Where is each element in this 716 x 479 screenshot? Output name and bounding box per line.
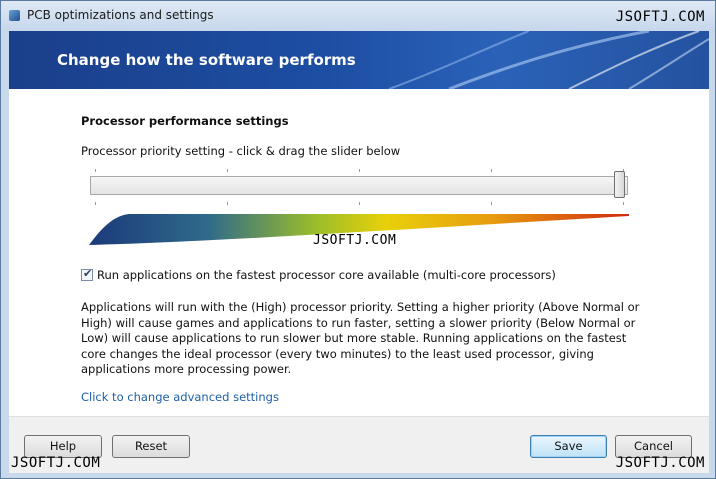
watermark-center: JSOFTJ.COM: [313, 233, 397, 248]
slider-tick: [359, 202, 360, 205]
app-icon: [9, 10, 20, 21]
slider-tick: [491, 169, 492, 172]
watermark-bottom-left: JSOFTJ.COM: [11, 455, 101, 471]
title-bar[interactable]: PCB optimizations and settings JSOFTJ.CO…: [1, 1, 715, 31]
slider-label: Processor priority setting - click & dra…: [81, 144, 401, 158]
slider-tick: [491, 202, 492, 205]
priority-description: Applications will run with the (High) pr…: [81, 300, 640, 376]
slider-tick: [359, 169, 360, 172]
reset-button[interactable]: Reset: [112, 435, 190, 458]
fastest-core-label[interactable]: Run applications on the fastest processo…: [97, 268, 556, 282]
watermark-top-right: JSOFTJ.COM: [615, 9, 705, 25]
save-button[interactable]: Save: [530, 435, 607, 458]
slider-tick: [95, 202, 96, 205]
window-title: PCB optimizations and settings: [27, 8, 214, 22]
section-title: Processor performance settings: [81, 114, 289, 128]
slider-tick: [227, 169, 228, 172]
watermark-bottom-right: JSOFTJ.COM: [615, 455, 705, 471]
settings-window: PCB optimizations and settings JSOFTJ.CO…: [0, 0, 716, 479]
slider-tick: [95, 169, 96, 172]
priority-slider-thumb[interactable]: [614, 171, 625, 198]
slider-tick: [227, 202, 228, 205]
banner-title: Change how the software performs: [57, 51, 356, 69]
checkmark-icon: ✔: [83, 267, 93, 280]
priority-slider-track[interactable]: [90, 176, 628, 195]
header-banner: Change how the software performs: [9, 31, 709, 89]
fastest-core-checkbox[interactable]: ✔: [81, 267, 93, 281]
advanced-settings-link[interactable]: Click to change advanced settings: [81, 390, 279, 404]
main-content: Processor performance settings Processor…: [9, 89, 709, 416]
slider-tick: [623, 202, 624, 205]
button-bar: Help Reset Save Cancel: [9, 416, 709, 473]
